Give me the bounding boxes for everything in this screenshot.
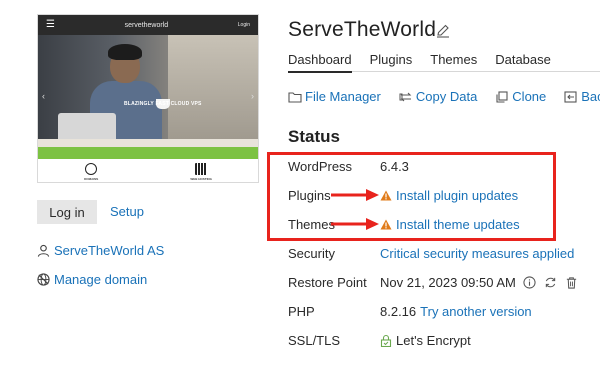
setup-link[interactable]: Setup [110, 204, 144, 219]
globe-off-icon [37, 273, 50, 286]
preview-tiles: DOMAINS WEB HOSTING [38, 159, 258, 182]
status-label: Restore Point [288, 274, 367, 290]
security-measures-link[interactable]: Critical security measures applied [380, 246, 574, 261]
status-row-ssl: SSL/TLS Let's Encrypt [288, 331, 471, 349]
manage-domain-link[interactable]: Manage domain [54, 272, 147, 287]
preview-tile-domains: DOMAINS [84, 162, 98, 181]
tab-database[interactable]: Database [495, 52, 551, 72]
status-heading: Status [288, 127, 340, 146]
tab-dashboard[interactable]: Dashboard [288, 52, 352, 73]
owner-link[interactable]: ServeTheWorld AS [54, 243, 164, 258]
status-label: PHP [288, 303, 315, 319]
pencil-icon[interactable] [436, 24, 450, 38]
preview-green-bar [38, 147, 258, 159]
user-icon [37, 244, 50, 257]
chevron-left-icon: ‹ [42, 91, 45, 101]
backup-icon [564, 90, 577, 103]
hamburger-icon: ☰ [46, 19, 55, 30]
annotation-arrow-icon [331, 218, 379, 230]
tab-themes[interactable]: Themes [430, 52, 477, 72]
globe-icon [85, 162, 98, 175]
site-preview-thumbnail[interactable]: ☰ servetheworld Login BLAZINGLY FAST CLO… [37, 14, 259, 183]
owner-row[interactable]: ServeTheWorld AS [37, 243, 164, 258]
backup-button[interactable]: Back Up [564, 89, 600, 104]
copy-data-icon [399, 92, 412, 101]
preview-brand: servetheworld [124, 21, 169, 29]
action-toolbar: File Manager Copy Data Clone Back Up [288, 89, 600, 104]
preview-tagline: BLAZINGLY FAST CLOUD VPS [124, 101, 202, 107]
clone-button[interactable]: Clone [495, 89, 546, 104]
status-row-php: PHP 8.2.16 Try another version [288, 302, 532, 320]
server-icon [195, 162, 208, 175]
status-label: SSL/TLS [288, 332, 341, 348]
lock-icon [380, 334, 392, 347]
status-row-security: Security Critical security measures appl… [288, 244, 574, 262]
php-version: 8.2.16 [380, 303, 417, 319]
manage-domain-row[interactable]: Manage domain [37, 272, 147, 287]
info-icon[interactable] [523, 275, 536, 289]
annotation-highlight-box [267, 152, 556, 241]
login-button[interactable]: Log in [37, 200, 97, 224]
preview-login: Login [237, 22, 250, 28]
refresh-icon[interactable] [544, 276, 557, 289]
file-manager-button[interactable]: File Manager [288, 89, 381, 104]
restore-point-date: Nov 21, 2023 09:50 AM [380, 274, 516, 290]
preview-tile-hosting: WEB HOSTING [190, 162, 212, 181]
folder-icon [288, 91, 302, 103]
ssl-provider: Let's Encrypt [396, 332, 471, 348]
copy-data-button[interactable]: Copy Data [399, 89, 477, 104]
try-another-version-link[interactable]: Try another version [420, 304, 532, 319]
tab-bar: Dashboard Plugins Themes Database [288, 52, 600, 73]
preview-hero-image: BLAZINGLY FAST CLOUD VPS ‹ › [38, 35, 258, 147]
chevron-right-icon: › [251, 91, 254, 101]
status-label: Security [288, 245, 335, 261]
trash-icon[interactable] [565, 276, 578, 289]
status-row-restore-point: Restore Point Nov 21, 2023 09:50 AM [288, 273, 578, 291]
tab-plugins[interactable]: Plugins [370, 52, 413, 72]
preview-topbar: ☰ servetheworld Login [38, 15, 258, 35]
clone-icon [496, 90, 508, 103]
page-title: ServeTheWorld [288, 18, 437, 41]
annotation-arrow-icon [331, 189, 379, 201]
